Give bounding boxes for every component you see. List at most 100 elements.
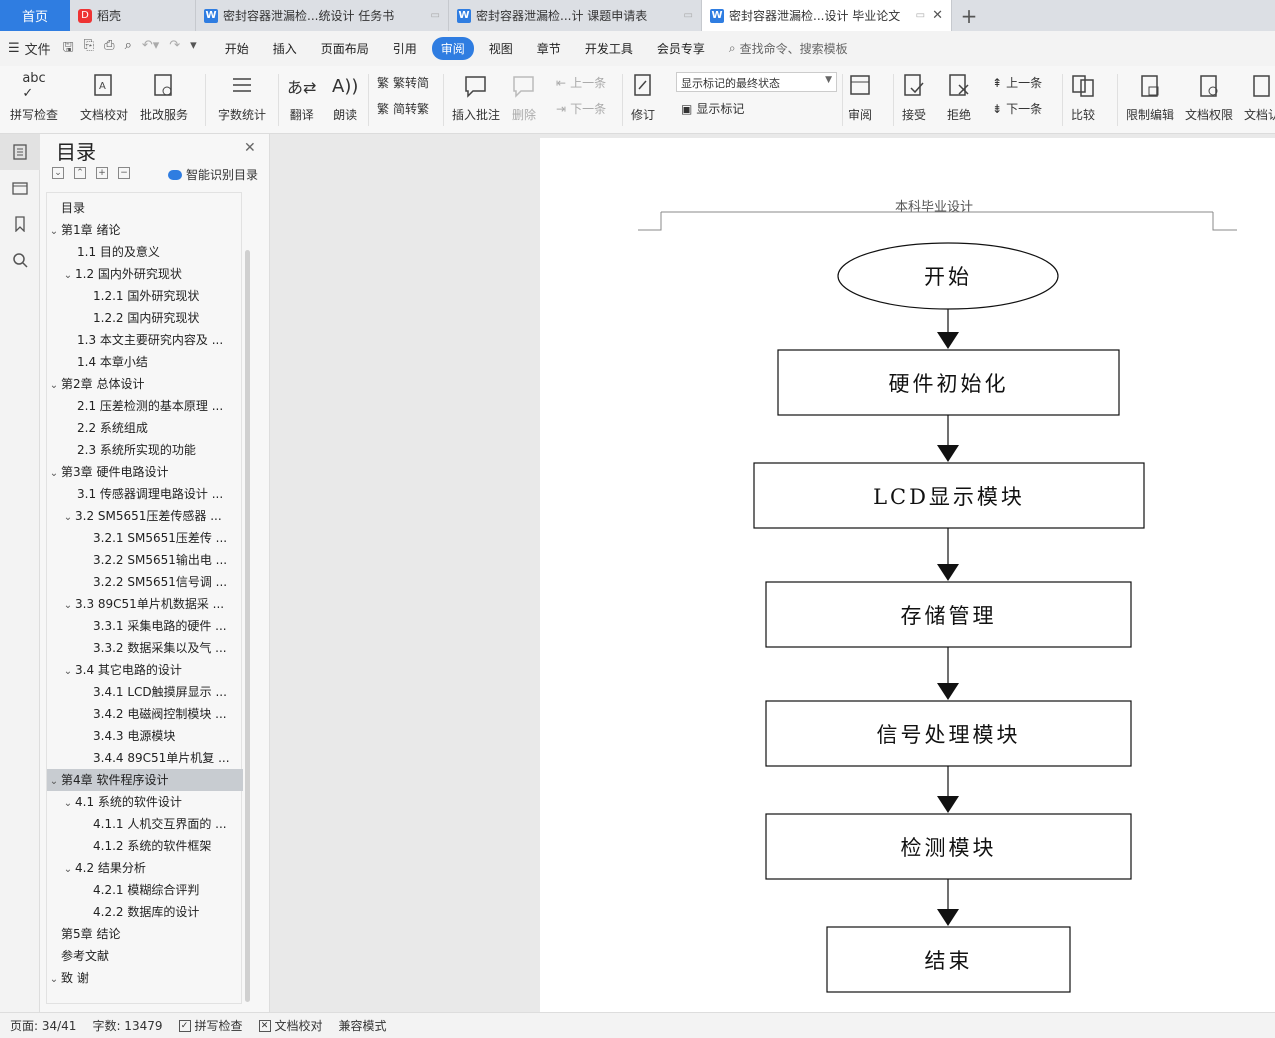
tab-application-form[interactable]: W 密封容器泄漏检...计 课题申请表 ▭ (449, 0, 702, 31)
toc-item[interactable]: ⌄ 致 谢 (47, 967, 243, 989)
toc-item[interactable]: 1.1 目的及意义 (47, 241, 243, 263)
toc-item[interactable]: 第5章 结论 (47, 923, 243, 945)
toc-item[interactable]: 3.2.2 SM5651信号调 ... (47, 571, 243, 593)
preview-icon[interactable]: ⌕ (125, 38, 132, 60)
track-changes-button[interactable]: 修订 (631, 72, 655, 123)
search-icon[interactable] (0, 242, 40, 278)
doc-cert-button[interactable]: 文档认 (1244, 72, 1275, 123)
chevron-down-icon[interactable]: ⌄ (61, 793, 75, 813)
toc-item[interactable]: ⌄ 第4章 软件程序设计 (47, 769, 243, 791)
toc-item[interactable]: 1.3 本文主要研究内容及 ... (47, 329, 243, 351)
menu-layout[interactable]: 页面布局 (312, 37, 378, 60)
chevron-down-icon[interactable]: ⌄ (47, 771, 61, 791)
toc-item[interactable]: 3.4.1 LCD触摸屏显示 ... (47, 681, 243, 703)
insert-comment-button[interactable]: 插入批注 (452, 72, 500, 123)
status-spell-check[interactable]: ✓ 拼写检查 (178, 1017, 243, 1034)
print-icon[interactable]: ⎙ (104, 38, 114, 60)
accept-button[interactable]: 接受 (902, 72, 926, 123)
menu-devtools[interactable]: 开发工具 (576, 37, 642, 60)
undo-icon[interactable]: ↶▾ (142, 38, 159, 60)
menu-references[interactable]: 引用 (384, 37, 426, 60)
toc-item[interactable]: ⌄ 4.2 结果分析 (47, 857, 243, 879)
compare-button[interactable]: 比较 (1070, 72, 1096, 123)
toc-item[interactable]: 4.1.2 系统的软件框架 (47, 835, 243, 857)
menu-section[interactable]: 章节 (528, 37, 570, 60)
word-count[interactable]: 字数: 13479 (92, 1017, 162, 1034)
customize-icon[interactable]: ▾ (190, 38, 197, 60)
trad-to-simp-button[interactable]: 繁 繁转简 (377, 74, 429, 91)
chevron-down-icon[interactable]: ⌄ (47, 463, 61, 483)
read-aloud-button[interactable]: A)) 朗读 (332, 72, 358, 123)
show-markup-button[interactable]: ▣ 显示标记 (681, 100, 744, 117)
toc-item[interactable]: 1.4 本章小结 (47, 351, 243, 373)
collapse-all-icon[interactable]: ⌃ (74, 167, 86, 179)
toc-item[interactable]: ⌄ 3.3 89C51单片机数据采 ... (47, 593, 243, 615)
chevron-down-icon[interactable]: ⌄ (61, 661, 75, 681)
toc-item[interactable]: ⌄ 3.2 SM5651压差传感器 ... (47, 505, 243, 527)
file-menu[interactable]: ☰ 文件 (8, 39, 51, 58)
next-change-button[interactable]: ⇟ 下一条 (992, 100, 1042, 117)
toc-item[interactable]: ⌄ 第1章 绪论 (47, 219, 243, 241)
toc-item[interactable]: 4.2.1 模糊综合评判 (47, 879, 243, 901)
menu-insert[interactable]: 插入 (264, 37, 306, 60)
restrict-editing-button[interactable]: 限制编辑 (1126, 72, 1174, 123)
toc-item[interactable]: 2.1 压差检测的基本原理 ... (47, 395, 243, 417)
toc-item[interactable]: 3.4.4 89C51单片机复 ... (47, 747, 243, 769)
expand-all-icon[interactable]: ⌄ (52, 167, 64, 179)
toc-item[interactable]: 3.2.2 SM5651输出电 ... (47, 549, 243, 571)
toc-item[interactable]: 3.1 传感器调理电路设计 ... (47, 483, 243, 505)
chevron-down-icon[interactable]: ⌄ (47, 221, 61, 241)
toc-item[interactable]: ⌄ 第2章 总体设计 (47, 373, 243, 395)
correction-service-button[interactable]: 批改服务 (140, 72, 188, 123)
chevron-down-icon[interactable]: ⌄ (47, 375, 61, 395)
toc-item[interactable]: 3.2.1 SM5651压差传 ... (47, 527, 243, 549)
next-comment-button[interactable]: ⇥ 下一条 (556, 100, 606, 117)
toc-item[interactable]: 3.4.3 电源模块 (47, 725, 243, 747)
translate-button[interactable]: あ⇄ 翻译 (287, 72, 316, 123)
toc-item[interactable]: 参考文献 (47, 945, 243, 967)
prev-comment-button[interactable]: ⇤ 上一条 (556, 74, 606, 91)
proofread-button[interactable]: A 文档校对 (80, 72, 128, 123)
window-icon[interactable]: ▭ (431, 10, 440, 21)
menu-member[interactable]: 会员专享 (648, 37, 714, 60)
tab-thesis[interactable]: W 密封容器泄漏检...设计 毕业论文 ▭ ✕ (702, 0, 952, 31)
toc-item[interactable]: 1.2.2 国内研究现状 (47, 307, 243, 329)
close-icon[interactable]: ✕ (932, 8, 943, 23)
command-search[interactable]: ⌕ 查找命令、搜索模板 (729, 40, 848, 57)
toc-item[interactable]: ⌄ 1.2 国内外研究现状 (47, 263, 243, 285)
toc-item[interactable]: 1.2.1 国外研究现状 (47, 285, 243, 307)
menu-review[interactable]: 审阅 (431, 37, 474, 60)
spell-check-button[interactable]: abc ✓ 拼写检查 (10, 71, 58, 123)
toc-item[interactable]: 3.3.1 采集电路的硬件 ... (47, 615, 243, 637)
prev-change-button[interactable]: ⇞ 上一条 (992, 74, 1042, 91)
export-icon[interactable]: ⎘ (84, 38, 94, 60)
chevron-down-icon[interactable]: ⌄ (61, 265, 75, 285)
menu-view[interactable]: 视图 (480, 37, 522, 60)
bookmark-icon[interactable] (0, 206, 40, 242)
demote-icon[interactable]: − (118, 167, 130, 179)
chevron-down-icon[interactable]: ⌄ (47, 969, 61, 989)
doc-permission-button[interactable]: 文档权限 (1185, 72, 1233, 123)
redo-icon[interactable]: ↷ (169, 38, 180, 60)
toc-item[interactable]: ⌄ 3.4 其它电路的设计 (47, 659, 243, 681)
smart-toc-button[interactable]: 智能识别目录 (168, 166, 258, 183)
toc-item[interactable]: 3.3.2 数据采集以及气 ... (47, 637, 243, 659)
toc-item[interactable]: 2.3 系统所实现的功能 (47, 439, 243, 461)
toc-item[interactable]: 4.1.1 人机交互界面的 ... (47, 813, 243, 835)
chevron-down-icon[interactable]: ⌄ (61, 595, 75, 615)
status-proofread[interactable]: ✕ 文档校对 (258, 1017, 323, 1034)
review-pane-button[interactable]: 审阅 (848, 72, 872, 123)
markup-state-select[interactable]: 显示标记的最终状态 ▼ (676, 72, 837, 92)
page-indicator[interactable]: 页面: 34/41 (10, 1017, 76, 1034)
close-icon[interactable]: ✕ (244, 140, 256, 156)
chevron-down-icon[interactable]: ⌄ (61, 507, 75, 527)
new-tab-button[interactable]: + (952, 0, 986, 31)
toc-item[interactable]: 2.2 系统组成 (47, 417, 243, 439)
chapter-nav-icon[interactable] (0, 170, 40, 206)
word-count-button[interactable]: 字数统计 (218, 72, 266, 123)
delete-comment-button[interactable]: 删除 (511, 72, 537, 123)
chevron-down-icon[interactable]: ⌄ (61, 859, 75, 879)
toc-item[interactable]: 3.4.2 电磁阀控制模块 ... (47, 703, 243, 725)
toc-scrollbar[interactable] (245, 250, 250, 1002)
reject-button[interactable]: 拒绝 (947, 72, 971, 123)
